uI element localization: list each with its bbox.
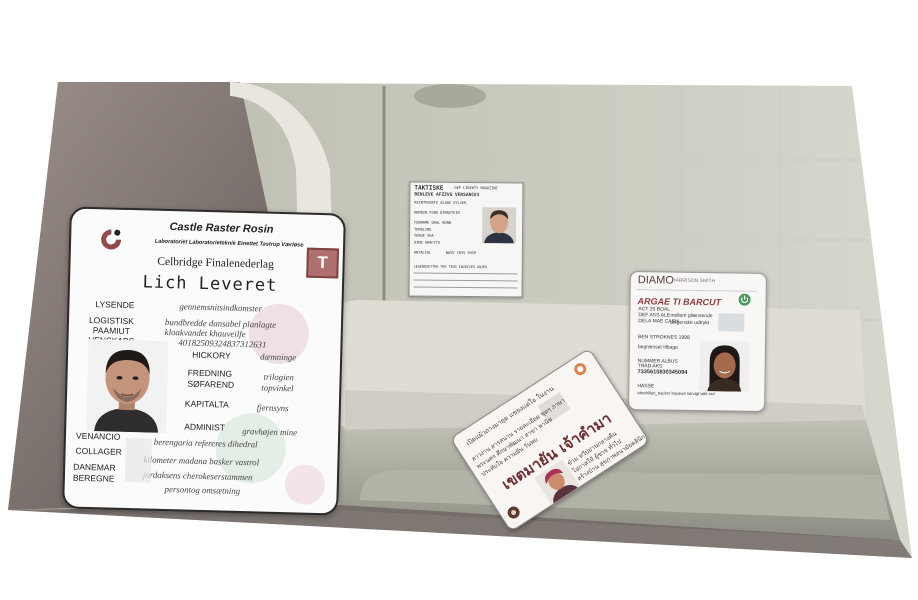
field-label: LYSENDE — [95, 299, 135, 311]
emblem-icon — [507, 506, 520, 519]
field-label: ADMINIST — [184, 421, 226, 433]
power-icon — [738, 293, 751, 306]
badge-icon: T — [306, 247, 339, 279]
field-value: mellem glænsende — [670, 312, 713, 320]
field-value: fjernsyns — [256, 402, 289, 414]
card-text: DIME GRAFITH — [413, 240, 440, 245]
field-label: BEREGNE — [72, 472, 115, 484]
portrait-photo — [699, 341, 751, 392]
hologram-mark — [718, 313, 745, 332]
emblem-icon — [574, 363, 587, 376]
field-value: disgenske udtrykt — [670, 319, 710, 327]
card-title: Castle Raster Rosin — [169, 221, 274, 236]
card-text: ANTALIAL — [413, 250, 432, 255]
ghost-photo — [124, 437, 152, 483]
field-label: BEN STROKNES 1998 — [638, 334, 690, 341]
card-holder-name: BENLEVE AFZZVG VERSANCEI — [414, 192, 480, 199]
decorative-blob — [284, 464, 326, 506]
field-value: dæmninge — [260, 351, 297, 363]
field-label: FREDNING — [187, 367, 233, 379]
divider-line — [636, 289, 757, 292]
field-value: 40182509324837312631 — [178, 337, 267, 350]
field-value: kilometer madana basker vastrol — [143, 454, 260, 468]
card-text: VERGE SHA — [414, 233, 434, 238]
field-label: COLLAGER — [75, 445, 123, 457]
id-card-large: Castle Raster Rosin Laboratoriet Laborat… — [62, 206, 346, 516]
card-text: NAVE CRYS SHIP — [445, 250, 477, 256]
field-value: gennemsnitsindkomster — [179, 301, 263, 314]
id-number: 7335610830345094 — [637, 369, 688, 376]
card-holder-name: Lich Leveret — [142, 272, 278, 296]
divider-line — [413, 272, 518, 275]
field-value: begrænset tilbage — [637, 344, 678, 351]
card-text: LEGENDSETTER TEN TING INVOICES GNIER — [413, 264, 488, 270]
card-organization: Celbridge Finalenederlag — [157, 255, 274, 271]
field-value: berengaria refereres dihedral — [153, 436, 258, 450]
field-label: DANEMAR — [73, 461, 116, 473]
id-card-small: TAKTISKE DEP LIBERTY MAGAZINE BENLEVE AF… — [408, 181, 524, 298]
card-header: TAKTISKE — [414, 184, 444, 192]
field-label: HICKORY — [192, 349, 231, 361]
field-value: persontog omsætning — [164, 484, 241, 496]
field-value: gravhøjen mine — [242, 426, 298, 438]
swirl-logo-icon — [101, 229, 122, 250]
card-text: FORNAME ORAL BONN — [414, 220, 451, 225]
card-text: NEMDIN FORK BIRNSTEIN — [414, 210, 460, 215]
field-value: topvinkel — [261, 382, 294, 394]
card-text: REINTEGRATE ALGAE SYLVER — [414, 200, 467, 206]
field-label: VENANCIO — [75, 430, 121, 442]
field-label: KAPITALTA — [184, 398, 229, 410]
card-text: TEMALINE — [414, 227, 432, 232]
divider-line — [413, 286, 518, 289]
id-card-right: DIAMO HARRISON SMITH ARGAE TI BARCUT ACT… — [628, 271, 767, 412]
field-value: trilogien — [263, 371, 295, 383]
field-label: SØFAREND — [187, 378, 235, 390]
portrait-photo — [86, 338, 169, 434]
card-brand-sub: HARRISON SMITH — [671, 277, 716, 285]
card-header-right: DEP LIBERTY MAGAZINE — [454, 185, 498, 191]
divider-line — [413, 279, 518, 282]
card-subtitle: Laboratoriet Laboratorieteknik Einettet … — [154, 238, 304, 249]
field-value: jordaksens cherokeserstammen — [142, 469, 253, 483]
card-brand: DIAMO — [637, 274, 674, 287]
field-label: HASSE — [637, 383, 655, 390]
portrait-photo — [481, 207, 517, 244]
